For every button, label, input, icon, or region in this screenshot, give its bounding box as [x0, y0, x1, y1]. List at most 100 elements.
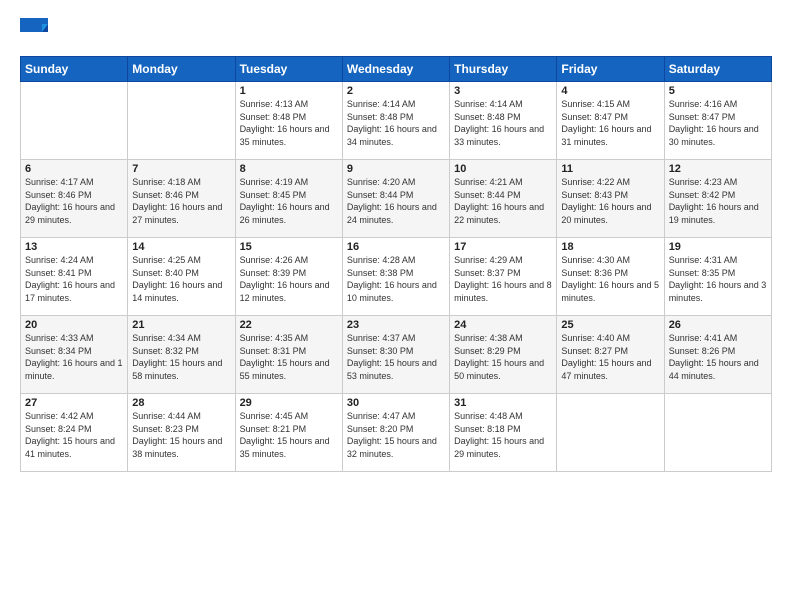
day-number: 3: [454, 85, 552, 97]
day-number: 11: [561, 163, 659, 175]
day-number: 18: [561, 241, 659, 253]
day-info: Sunrise: 4:24 AM Sunset: 8:41 PM Dayligh…: [25, 254, 123, 304]
header: [20, 18, 772, 46]
logo-icon: [20, 18, 48, 46]
calendar-body: 1Sunrise: 4:13 AM Sunset: 8:48 PM Daylig…: [21, 82, 772, 472]
day-info: Sunrise: 4:33 AM Sunset: 8:34 PM Dayligh…: [25, 332, 123, 382]
day-number: 2: [347, 85, 445, 97]
day-number: 5: [669, 85, 767, 97]
day-number: 28: [132, 397, 230, 409]
day-info: Sunrise: 4:21 AM Sunset: 8:44 PM Dayligh…: [454, 176, 552, 226]
calendar-header-row: SundayMondayTuesdayWednesdayThursdayFrid…: [21, 57, 772, 82]
calendar-week-row: 20Sunrise: 4:33 AM Sunset: 8:34 PM Dayli…: [21, 316, 772, 394]
calendar-cell: 22Sunrise: 4:35 AM Sunset: 8:31 PM Dayli…: [235, 316, 342, 394]
calendar-cell: 27Sunrise: 4:42 AM Sunset: 8:24 PM Dayli…: [21, 394, 128, 472]
calendar-cell: [128, 82, 235, 160]
day-info: Sunrise: 4:35 AM Sunset: 8:31 PM Dayligh…: [240, 332, 338, 382]
day-info: Sunrise: 4:48 AM Sunset: 8:18 PM Dayligh…: [454, 410, 552, 460]
day-info: Sunrise: 4:37 AM Sunset: 8:30 PM Dayligh…: [347, 332, 445, 382]
day-number: 19: [669, 241, 767, 253]
day-number: 16: [347, 241, 445, 253]
day-info: Sunrise: 4:22 AM Sunset: 8:43 PM Dayligh…: [561, 176, 659, 226]
day-number: 25: [561, 319, 659, 331]
day-number: 20: [25, 319, 123, 331]
calendar-cell: 24Sunrise: 4:38 AM Sunset: 8:29 PM Dayli…: [450, 316, 557, 394]
day-info: Sunrise: 4:19 AM Sunset: 8:45 PM Dayligh…: [240, 176, 338, 226]
day-number: 22: [240, 319, 338, 331]
calendar-cell: 6Sunrise: 4:17 AM Sunset: 8:46 PM Daylig…: [21, 160, 128, 238]
calendar-cell: 10Sunrise: 4:21 AM Sunset: 8:44 PM Dayli…: [450, 160, 557, 238]
calendar-cell: 4Sunrise: 4:15 AM Sunset: 8:47 PM Daylig…: [557, 82, 664, 160]
day-number: 30: [347, 397, 445, 409]
day-info: Sunrise: 4:47 AM Sunset: 8:20 PM Dayligh…: [347, 410, 445, 460]
day-info: Sunrise: 4:17 AM Sunset: 8:46 PM Dayligh…: [25, 176, 123, 226]
day-number: 21: [132, 319, 230, 331]
calendar-cell: 20Sunrise: 4:33 AM Sunset: 8:34 PM Dayli…: [21, 316, 128, 394]
logo: [20, 18, 50, 46]
day-info: Sunrise: 4:30 AM Sunset: 8:36 PM Dayligh…: [561, 254, 659, 304]
weekday-header: Wednesday: [342, 57, 449, 82]
calendar-cell: 12Sunrise: 4:23 AM Sunset: 8:42 PM Dayli…: [664, 160, 771, 238]
day-info: Sunrise: 4:18 AM Sunset: 8:46 PM Dayligh…: [132, 176, 230, 226]
calendar-cell: 30Sunrise: 4:47 AM Sunset: 8:20 PM Dayli…: [342, 394, 449, 472]
day-info: Sunrise: 4:45 AM Sunset: 8:21 PM Dayligh…: [240, 410, 338, 460]
day-info: Sunrise: 4:25 AM Sunset: 8:40 PM Dayligh…: [132, 254, 230, 304]
calendar-cell: 1Sunrise: 4:13 AM Sunset: 8:48 PM Daylig…: [235, 82, 342, 160]
calendar-week-row: 27Sunrise: 4:42 AM Sunset: 8:24 PM Dayli…: [21, 394, 772, 472]
day-number: 26: [669, 319, 767, 331]
day-info: Sunrise: 4:31 AM Sunset: 8:35 PM Dayligh…: [669, 254, 767, 304]
day-number: 8: [240, 163, 338, 175]
calendar-cell: 16Sunrise: 4:28 AM Sunset: 8:38 PM Dayli…: [342, 238, 449, 316]
day-info: Sunrise: 4:20 AM Sunset: 8:44 PM Dayligh…: [347, 176, 445, 226]
calendar-cell: 3Sunrise: 4:14 AM Sunset: 8:48 PM Daylig…: [450, 82, 557, 160]
calendar-cell: 31Sunrise: 4:48 AM Sunset: 8:18 PM Dayli…: [450, 394, 557, 472]
day-number: 9: [347, 163, 445, 175]
day-number: 12: [669, 163, 767, 175]
day-info: Sunrise: 4:26 AM Sunset: 8:39 PM Dayligh…: [240, 254, 338, 304]
day-number: 27: [25, 397, 123, 409]
day-number: 14: [132, 241, 230, 253]
day-number: 24: [454, 319, 552, 331]
day-number: 7: [132, 163, 230, 175]
day-number: 13: [25, 241, 123, 253]
day-number: 23: [347, 319, 445, 331]
calendar-cell: 25Sunrise: 4:40 AM Sunset: 8:27 PM Dayli…: [557, 316, 664, 394]
day-number: 31: [454, 397, 552, 409]
weekday-header: Tuesday: [235, 57, 342, 82]
calendar-cell: 11Sunrise: 4:22 AM Sunset: 8:43 PM Dayli…: [557, 160, 664, 238]
day-info: Sunrise: 4:41 AM Sunset: 8:26 PM Dayligh…: [669, 332, 767, 382]
calendar-cell: 18Sunrise: 4:30 AM Sunset: 8:36 PM Dayli…: [557, 238, 664, 316]
calendar-cell: 9Sunrise: 4:20 AM Sunset: 8:44 PM Daylig…: [342, 160, 449, 238]
day-info: Sunrise: 4:13 AM Sunset: 8:48 PM Dayligh…: [240, 98, 338, 148]
calendar-cell: [664, 394, 771, 472]
day-info: Sunrise: 4:40 AM Sunset: 8:27 PM Dayligh…: [561, 332, 659, 382]
day-info: Sunrise: 4:29 AM Sunset: 8:37 PM Dayligh…: [454, 254, 552, 304]
day-number: 15: [240, 241, 338, 253]
calendar-cell: 19Sunrise: 4:31 AM Sunset: 8:35 PM Dayli…: [664, 238, 771, 316]
day-info: Sunrise: 4:23 AM Sunset: 8:42 PM Dayligh…: [669, 176, 767, 226]
calendar-cell: [557, 394, 664, 472]
calendar-cell: 28Sunrise: 4:44 AM Sunset: 8:23 PM Dayli…: [128, 394, 235, 472]
weekday-header: Saturday: [664, 57, 771, 82]
day-number: 29: [240, 397, 338, 409]
calendar-week-row: 13Sunrise: 4:24 AM Sunset: 8:41 PM Dayli…: [21, 238, 772, 316]
calendar-cell: 26Sunrise: 4:41 AM Sunset: 8:26 PM Dayli…: [664, 316, 771, 394]
day-info: Sunrise: 4:44 AM Sunset: 8:23 PM Dayligh…: [132, 410, 230, 460]
day-info: Sunrise: 4:14 AM Sunset: 8:48 PM Dayligh…: [454, 98, 552, 148]
weekday-header: Thursday: [450, 57, 557, 82]
calendar-cell: 29Sunrise: 4:45 AM Sunset: 8:21 PM Dayli…: [235, 394, 342, 472]
calendar-cell: 23Sunrise: 4:37 AM Sunset: 8:30 PM Dayli…: [342, 316, 449, 394]
calendar-cell: [21, 82, 128, 160]
calendar-cell: 13Sunrise: 4:24 AM Sunset: 8:41 PM Dayli…: [21, 238, 128, 316]
day-info: Sunrise: 4:14 AM Sunset: 8:48 PM Dayligh…: [347, 98, 445, 148]
day-info: Sunrise: 4:16 AM Sunset: 8:47 PM Dayligh…: [669, 98, 767, 148]
calendar-cell: 15Sunrise: 4:26 AM Sunset: 8:39 PM Dayli…: [235, 238, 342, 316]
day-info: Sunrise: 4:42 AM Sunset: 8:24 PM Dayligh…: [25, 410, 123, 460]
calendar-week-row: 1Sunrise: 4:13 AM Sunset: 8:48 PM Daylig…: [21, 82, 772, 160]
day-info: Sunrise: 4:28 AM Sunset: 8:38 PM Dayligh…: [347, 254, 445, 304]
day-info: Sunrise: 4:15 AM Sunset: 8:47 PM Dayligh…: [561, 98, 659, 148]
day-number: 10: [454, 163, 552, 175]
calendar-cell: 21Sunrise: 4:34 AM Sunset: 8:32 PM Dayli…: [128, 316, 235, 394]
calendar-cell: 17Sunrise: 4:29 AM Sunset: 8:37 PM Dayli…: [450, 238, 557, 316]
calendar-cell: 7Sunrise: 4:18 AM Sunset: 8:46 PM Daylig…: [128, 160, 235, 238]
